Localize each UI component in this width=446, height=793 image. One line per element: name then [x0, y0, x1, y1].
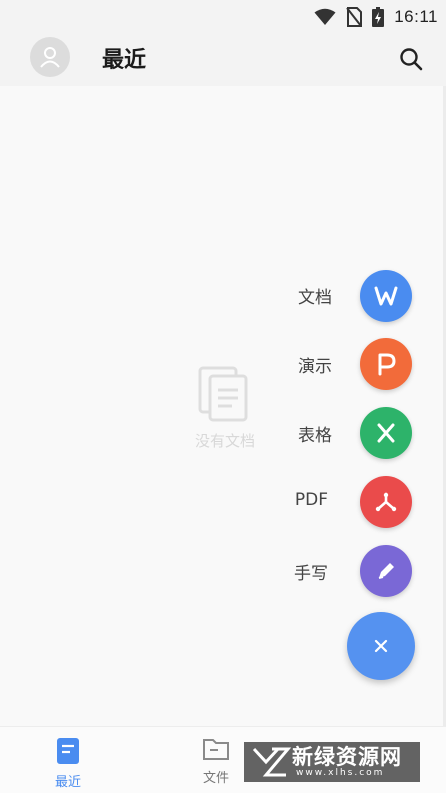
- watermark-text: 新绿资源网: [292, 745, 402, 769]
- new-document-button[interactable]: [360, 270, 412, 322]
- fab-label-spreadsheet[interactable]: 表格: [252, 421, 332, 446]
- app-screen: 16:11 最近 没有文档 文档 演示 表格 PDF 手写 最近 文件 新绿资源…: [0, 0, 446, 793]
- fab-label-handwriting[interactable]: 手写: [248, 559, 328, 584]
- fab-label-pdf[interactable]: PDF: [248, 490, 328, 510]
- user-avatar-icon[interactable]: [30, 37, 70, 77]
- search-icon: [400, 48, 423, 71]
- presentation-p-icon: [378, 353, 396, 376]
- no-sim-icon: [346, 7, 363, 27]
- new-spreadsheet-button[interactable]: [360, 407, 412, 459]
- watermark-emblem-icon: [252, 747, 292, 777]
- battery-charging-icon: [372, 7, 385, 27]
- new-handwriting-button[interactable]: [360, 545, 412, 597]
- pdf-icon: [375, 492, 397, 512]
- new-presentation-button[interactable]: [360, 338, 412, 390]
- watermark-subtext: www.xlhs.com: [296, 768, 385, 778]
- app-bar: 最近: [0, 34, 446, 86]
- fab-label-presentation[interactable]: 演示: [252, 352, 332, 377]
- folder-icon: [203, 739, 229, 760]
- watermark-logo: 新绿资源网 www.xlhs.com: [244, 742, 420, 782]
- nav-label-files: 文件: [202, 771, 229, 786]
- wifi-icon: [314, 8, 336, 25]
- close-icon: [374, 639, 388, 653]
- page-title: 最近: [102, 48, 147, 73]
- spreadsheet-x-icon: [377, 423, 395, 443]
- status-icons: 16:11: [314, 6, 438, 28]
- pen-icon: [378, 563, 394, 579]
- close-fab-menu-button[interactable]: [347, 612, 415, 680]
- recent-doc-icon: [57, 738, 79, 764]
- documents-icon: [198, 366, 248, 422]
- new-pdf-button[interactable]: [360, 476, 412, 528]
- nav-item-recent[interactable]: 最近: [38, 737, 98, 790]
- word-w-icon: [374, 286, 398, 306]
- status-bar: 16:11: [0, 0, 446, 34]
- nav-item-files[interactable]: 文件: [186, 737, 246, 786]
- fab-label-document[interactable]: 文档: [252, 283, 332, 308]
- nav-label-recent: 最近: [54, 775, 81, 790]
- search-button[interactable]: [398, 46, 424, 72]
- status-time: 16:11: [394, 7, 438, 26]
